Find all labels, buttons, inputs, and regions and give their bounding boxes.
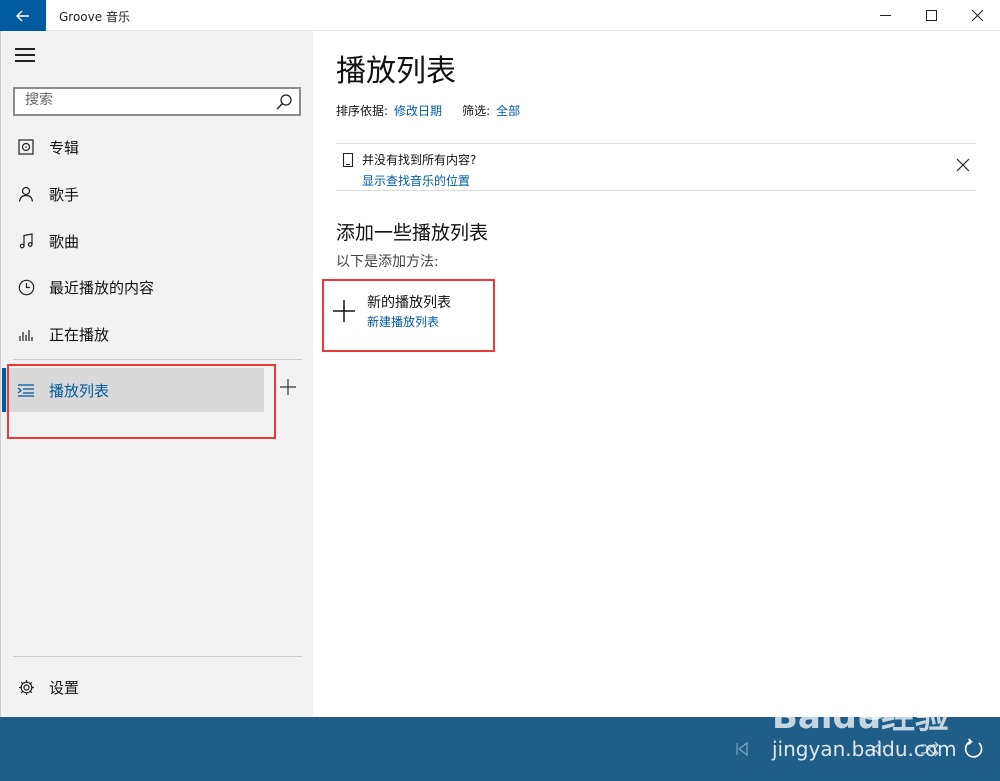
back-button[interactable] bbox=[0, 0, 46, 31]
equalizer-icon bbox=[17, 325, 35, 343]
maximize-icon bbox=[925, 10, 937, 21]
active-indicator bbox=[2, 368, 6, 412]
sidebar-item-settings[interactable]: 设置 bbox=[1, 665, 313, 709]
maximize-button[interactable] bbox=[908, 0, 954, 31]
sort-dropdown[interactable]: 修改日期 bbox=[394, 104, 442, 118]
sidebar-item-albums[interactable]: 专辑 bbox=[1, 125, 313, 169]
sidebar-item-recent[interactable]: 最近播放的内容 bbox=[1, 265, 313, 309]
close-window-button[interactable] bbox=[954, 0, 1000, 31]
close-icon bbox=[971, 10, 983, 21]
sidebar-item-label: 最近播放的内容 bbox=[49, 278, 155, 297]
highlight-box bbox=[322, 279, 495, 352]
repeat-button[interactable] bbox=[961, 737, 985, 761]
close-icon[interactable] bbox=[956, 158, 970, 172]
minimize-button[interactable] bbox=[862, 0, 908, 31]
search-icon[interactable] bbox=[275, 93, 293, 111]
missing-content-notice: 并没有找到所有内容? 显示查找音乐的位置 bbox=[336, 143, 976, 191]
page-title: 播放列表 bbox=[336, 54, 456, 89]
section-subtitle: 以下是添加方法: bbox=[336, 254, 439, 270]
sidebar-item-label: 设置 bbox=[49, 678, 80, 697]
volume-button[interactable] bbox=[868, 737, 892, 761]
sidebar-item-label: 专辑 bbox=[49, 138, 80, 157]
repeat-icon bbox=[964, 738, 983, 758]
section-title: 添加一些播放列表 bbox=[336, 222, 489, 244]
search-box bbox=[13, 87, 301, 116]
shuffle-icon bbox=[921, 741, 939, 757]
music-note-icon bbox=[17, 232, 35, 250]
sidebar-item-label: 歌曲 bbox=[49, 232, 80, 251]
previous-icon bbox=[736, 741, 748, 757]
main-content: 播放列表 排序依据: 修改日期 筛选: 全部 并没有找到所有内容? 显示查找音乐的位置… bbox=[313, 31, 1000, 717]
device-icon bbox=[342, 152, 354, 168]
notice-text: 并没有找到所有内容? bbox=[362, 153, 477, 167]
gear-icon bbox=[17, 678, 35, 696]
sort-label: 排序依据: bbox=[336, 104, 389, 118]
sidebar-divider bbox=[13, 359, 302, 360]
show-music-location-link[interactable]: 显示查找音乐的位置 bbox=[362, 172, 470, 189]
filter-label: 筛选: bbox=[462, 104, 491, 118]
sidebar: 专辑 歌手 歌曲 最近播放的内容 正在播放 播放列表 bbox=[0, 31, 313, 717]
sidebar-item-songs[interactable]: 歌曲 bbox=[1, 219, 313, 263]
add-playlist-icon[interactable] bbox=[277, 376, 299, 398]
minimize-icon bbox=[879, 15, 891, 16]
window-title: Groove 音乐 bbox=[59, 10, 130, 24]
highlight-box bbox=[7, 364, 276, 439]
sidebar-item-label: 歌手 bbox=[49, 185, 80, 204]
clock-icon bbox=[17, 278, 35, 296]
sidebar-item-artists[interactable]: 歌手 bbox=[1, 172, 313, 216]
sidebar-item-now-playing[interactable]: 正在播放 bbox=[1, 312, 313, 356]
title-bar: Groove 音乐 bbox=[0, 0, 1000, 31]
sort-filter-row: 排序依据: 修改日期 筛选: 全部 bbox=[336, 102, 520, 119]
hamburger-menu-icon[interactable] bbox=[15, 48, 37, 64]
album-icon bbox=[17, 138, 35, 156]
volume-icon bbox=[872, 741, 885, 757]
sidebar-item-label: 正在播放 bbox=[49, 325, 110, 344]
previous-button[interactable] bbox=[730, 737, 754, 761]
search-input[interactable] bbox=[25, 92, 265, 108]
artist-icon bbox=[17, 185, 35, 203]
sidebar-divider bbox=[13, 656, 302, 657]
player-bar bbox=[0, 717, 1000, 781]
back-arrow-icon bbox=[16, 10, 29, 21]
filter-dropdown[interactable]: 全部 bbox=[496, 104, 520, 118]
shuffle-button[interactable] bbox=[918, 737, 942, 761]
